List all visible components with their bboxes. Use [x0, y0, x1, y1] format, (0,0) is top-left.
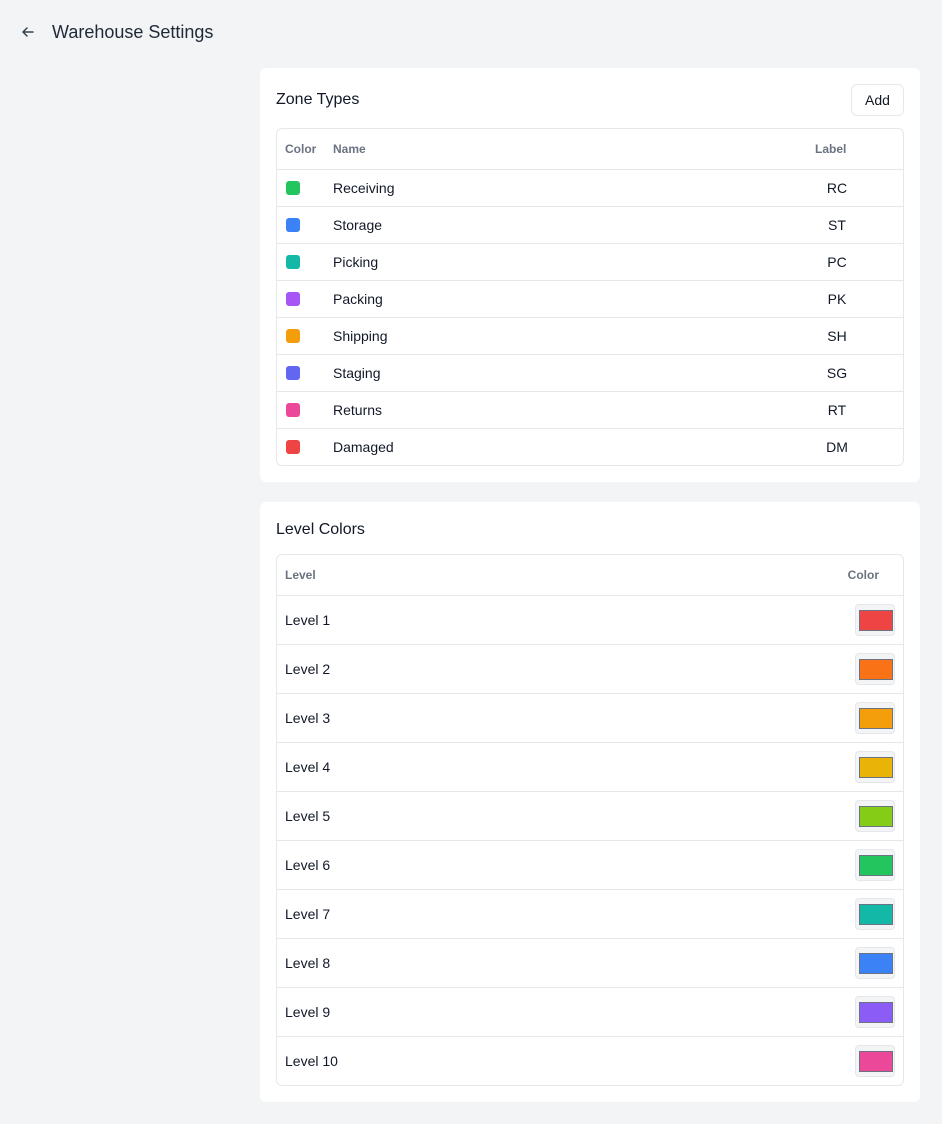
column-header-level: Level	[285, 568, 316, 582]
level-name: Level 2	[285, 661, 331, 677]
zone-type-name: Damaged	[333, 439, 394, 455]
zone-types-table: Color Name Label Receiving RC Storage ST Pic…	[276, 128, 904, 466]
arrow-left-icon	[22, 27, 34, 37]
zone-type-name: Packing	[333, 291, 383, 307]
zone-type-label: SG	[826, 365, 848, 381]
zone-type-name: Receiving	[333, 180, 395, 196]
zone-type-name: Picking	[333, 254, 379, 270]
page-header: Warehouse Settings	[0, 0, 942, 64]
level-name: Level 7	[285, 906, 331, 922]
back-button[interactable]	[18, 22, 38, 42]
level-name: Level 5	[285, 808, 331, 824]
zone-types-table-header: Color Name Label	[277, 129, 903, 170]
level-color-row: Level 3	[277, 694, 903, 743]
level-name: Level 10	[285, 1053, 338, 1069]
zone-types-card: Zone Types Add Color Name Label Receivin…	[260, 68, 920, 482]
zone-color-swatch	[286, 440, 300, 454]
level-color-row: Level 1	[277, 596, 903, 645]
level-name: Level 6	[285, 857, 331, 873]
page-title: Warehouse Settings	[52, 22, 214, 42]
zone-type-name: Staging	[333, 365, 381, 381]
zone-type-name: Storage	[333, 217, 383, 233]
zone-color-swatch	[286, 292, 300, 306]
zone-color-swatch	[286, 255, 300, 269]
level-color-fill	[859, 757, 893, 778]
column-header-color: Color	[285, 142, 317, 156]
level-color-fill	[859, 904, 893, 925]
level-color-row: Level 2	[277, 645, 903, 694]
zone-color-swatch	[286, 403, 300, 417]
level-color-row: Level 10	[277, 1037, 903, 1085]
level-colors-table: Level Color Level 1 Level 2 Level 3 Level 4…	[276, 554, 904, 1086]
zone-type-label: DM	[826, 439, 848, 455]
level-color-row: Level 9	[277, 988, 903, 1037]
level-color-picker[interactable]	[855, 751, 895, 783]
level-colors-table-body: Level 1 Level 2 Level 3 Level 4 Level 5 Level…	[277, 596, 903, 1085]
zone-types-table-body: Receiving RC Storage ST Picking PC Packing PK Sh…	[277, 170, 903, 465]
zone-type-row[interactable]: Packing PK	[277, 281, 903, 318]
level-color-picker[interactable]	[855, 849, 895, 881]
zone-type-label: PK	[827, 291, 847, 307]
column-header-name: Name	[333, 142, 366, 156]
zone-type-row[interactable]: Storage ST	[277, 207, 903, 244]
level-color-row: Level 4	[277, 743, 903, 792]
level-color-fill	[859, 855, 893, 876]
level-color-row: Level 7	[277, 890, 903, 939]
level-color-fill	[859, 1051, 893, 1072]
zone-type-row[interactable]: Receiving RC	[277, 170, 903, 207]
level-color-picker[interactable]	[855, 898, 895, 930]
level-name: Level 4	[285, 759, 331, 775]
level-colors-table-header: Level Color	[277, 555, 903, 596]
level-color-picker[interactable]	[855, 800, 895, 832]
zone-type-row[interactable]: Damaged DM	[277, 429, 903, 465]
zone-type-label: SH	[827, 328, 847, 344]
zone-color-swatch	[286, 329, 300, 343]
zone-type-name: Shipping	[333, 328, 388, 344]
level-color-fill	[859, 659, 893, 680]
level-color-picker[interactable]	[855, 604, 895, 636]
level-color-picker[interactable]	[855, 947, 895, 979]
level-color-fill	[859, 708, 893, 729]
level-colors-title: Level Colors	[276, 521, 365, 538]
zone-color-swatch	[286, 218, 300, 232]
level-name: Level 1	[285, 612, 331, 628]
level-color-picker[interactable]	[855, 1045, 895, 1077]
level-name: Level 9	[285, 1004, 331, 1020]
zone-type-label: RC	[826, 180, 848, 196]
column-header-color: Color	[847, 568, 879, 582]
level-color-picker[interactable]	[855, 653, 895, 685]
zone-type-row[interactable]: Shipping SH	[277, 318, 903, 355]
zone-type-row[interactable]: Returns RT	[277, 392, 903, 429]
zone-types-title: Zone Types	[276, 91, 360, 108]
zone-color-swatch	[286, 181, 300, 195]
level-color-picker[interactable]	[855, 996, 895, 1028]
level-color-fill	[859, 806, 893, 827]
column-header-label: Label	[815, 142, 847, 156]
level-name: Level 3	[285, 710, 331, 726]
zone-type-row[interactable]: Picking PC	[277, 244, 903, 281]
zone-type-label: PC	[827, 254, 847, 270]
zone-type-name: Returns	[333, 402, 383, 418]
zone-type-label: ST	[828, 217, 846, 233]
level-color-fill	[859, 1002, 893, 1023]
zone-type-row[interactable]: Staging SG	[277, 355, 903, 392]
level-color-picker[interactable]	[855, 702, 895, 734]
zone-type-label: RT	[827, 402, 847, 418]
level-name: Level 8	[285, 955, 331, 971]
level-color-row: Level 6	[277, 841, 903, 890]
add-zone-type-button[interactable]: Add	[851, 84, 904, 116]
level-color-row: Level 8	[277, 939, 903, 988]
level-colors-card: Level Colors Level Color Level 1 Level 2L…	[260, 502, 920, 1102]
zone-color-swatch	[286, 366, 300, 380]
level-color-row: Level 5	[277, 792, 903, 841]
level-color-fill	[859, 610, 893, 631]
level-color-fill	[859, 953, 893, 974]
